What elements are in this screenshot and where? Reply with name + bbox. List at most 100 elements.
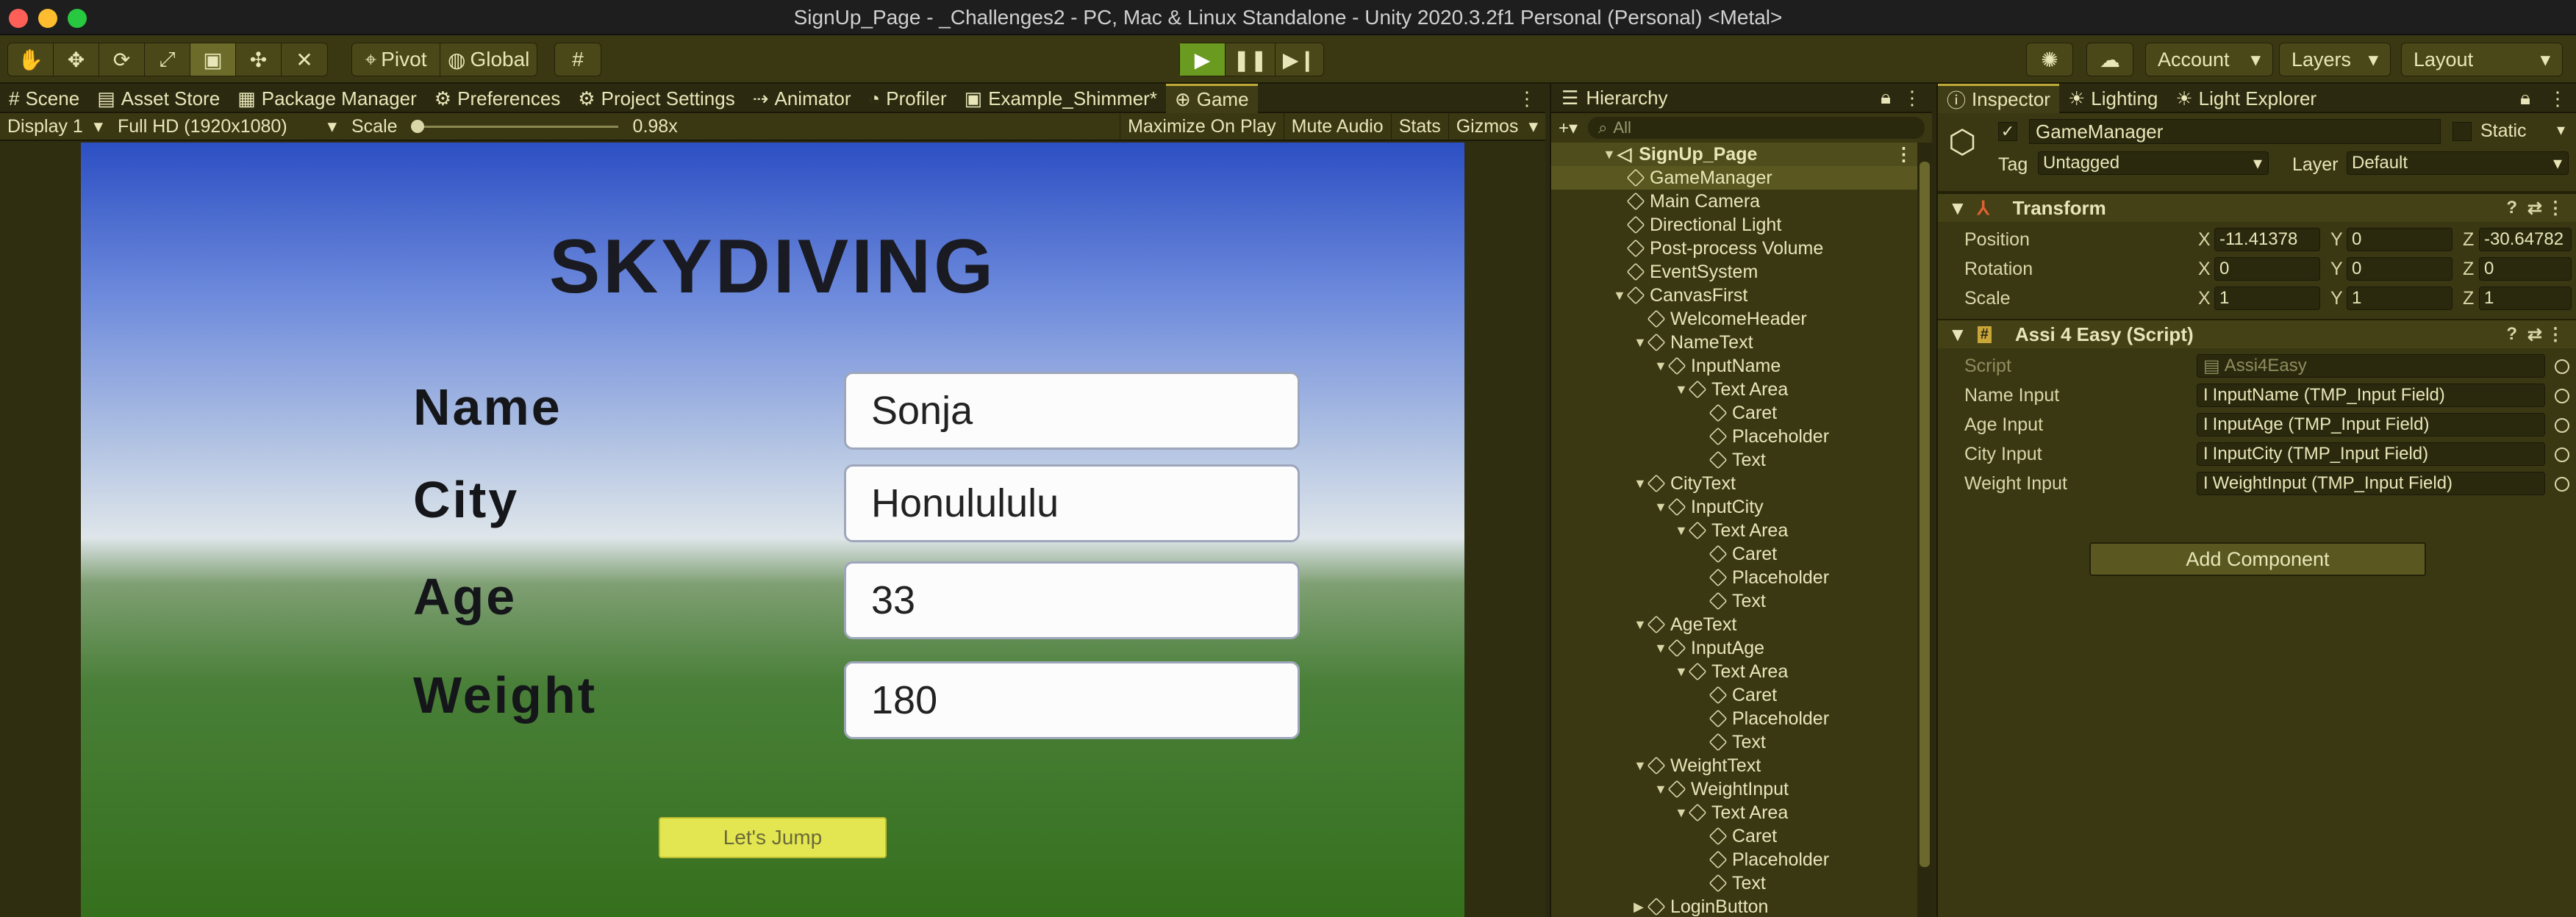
add-component-button[interactable]: Add Component [2089, 542, 2426, 576]
scrollbar-thumb[interactable] [1920, 162, 1930, 867]
chevron-down-icon[interactable]: ▼ [1948, 197, 1967, 220]
hierarchy-item[interactable]: Text [1551, 448, 1919, 472]
hierarchy-item[interactable]: GameManager [1551, 166, 1919, 190]
hierarchy-item[interactable]: Text [1551, 589, 1919, 613]
chevron-down-icon[interactable]: ▼ [1654, 359, 1669, 374]
account-dropdown[interactable]: Account ▾ [2145, 43, 2273, 76]
hierarchy-item[interactable]: Caret [1551, 824, 1919, 848]
object-picker-icon[interactable] [2555, 389, 2569, 403]
kebab-menu-icon[interactable]: ⋮ [2547, 198, 2564, 219]
hierarchy-item[interactable]: ▼ CityText [1551, 472, 1919, 495]
chevron-down-icon[interactable]: ▼ [1634, 758, 1648, 774]
tab-asset-store[interactable]: ▤ Asset Store [88, 84, 229, 113]
help-icon[interactable]: ? [2506, 324, 2517, 345]
gizmos-dropdown[interactable]: Gizmos ▾ [1448, 112, 1545, 140]
slider-thumb[interactable] [410, 120, 424, 133]
resolution-dropdown[interactable]: Full HD (1920x1080) ▾ [110, 112, 344, 140]
chevron-down-icon[interactable]: ▼ [1603, 147, 1617, 162]
city-input[interactable]: Honulululu [844, 464, 1300, 542]
city-input-field[interactable]: I InputCity (TMP_Input Field) [2197, 442, 2569, 466]
lets-jump-button[interactable]: Let's Jump [659, 817, 887, 858]
object-picker-icon[interactable] [2555, 477, 2569, 492]
hand-tool-icon[interactable]: ✋ [8, 43, 54, 76]
hierarchy-item[interactable]: Caret [1551, 683, 1919, 707]
mute-audio-toggle[interactable]: Mute Audio [1283, 112, 1391, 140]
hierarchy-item[interactable]: EventSystem [1551, 260, 1919, 284]
tab-game[interactable]: ⊕ Game [1165, 84, 1258, 113]
chevron-down-icon[interactable]: ▼ [1675, 805, 1689, 821]
hierarchy-item[interactable]: ▶ LoginButton [1551, 895, 1919, 917]
layer-dropdown[interactable]: Default ▾ [2347, 151, 2569, 175]
hierarchy-item[interactable]: Placeholder [1551, 707, 1919, 730]
hierarchy-item[interactable]: ▼ NameText [1551, 331, 1919, 354]
hierarchy-item[interactable]: Caret [1551, 401, 1919, 425]
object-picker-icon[interactable] [2555, 418, 2569, 433]
hierarchy-item[interactable]: Placeholder [1551, 425, 1919, 448]
hierarchy-item[interactable]: Text [1551, 871, 1919, 895]
add-icon[interactable]: +▾ [1559, 118, 1578, 139]
preset-icon[interactable]: ⇄ [2527, 324, 2542, 345]
chevron-down-icon[interactable]: ▼ [1654, 500, 1669, 515]
lock-icon[interactable]: 🔒︎ [2511, 84, 2539, 113]
tab-inspector[interactable]: ⓘ Inspector [1938, 84, 2059, 113]
stats-toggle[interactable]: Stats [1390, 112, 1448, 140]
tab-preferences[interactable]: ⚙ Preferences [426, 84, 570, 113]
pause-button[interactable]: ❚❚ [1226, 43, 1276, 76]
cloud-icon[interactable]: ☁ [2087, 43, 2133, 76]
tab-lighting[interactable]: ☀ Lighting [2059, 84, 2167, 113]
play-button[interactable]: ▶ [1180, 43, 1226, 76]
help-icon[interactable]: ? [2506, 198, 2517, 218]
rotation-x-field[interactable]: 0 [2214, 257, 2320, 281]
hierarchy-item[interactable]: Text [1551, 730, 1919, 754]
chevron-down-icon[interactable]: ▼ [1948, 323, 1967, 346]
kebab-menu-icon[interactable]: ⋮ [2539, 84, 2576, 113]
scale-slider[interactable] [405, 112, 626, 140]
chevron-down-icon[interactable]: ▼ [1675, 664, 1689, 680]
chevron-right-icon[interactable]: ▶ [1634, 899, 1648, 915]
chevron-down-icon[interactable]: ▼ [1613, 288, 1628, 303]
layers-dropdown[interactable]: Layers ▾ [2279, 43, 2391, 76]
rotation-y-field[interactable]: 0 [2347, 257, 2452, 281]
chevron-down-icon[interactable]: ▼ [1634, 335, 1648, 350]
collab-icon[interactable]: ✺ [2027, 43, 2072, 76]
display-dropdown[interactable]: Display 1 ▾ [0, 112, 110, 140]
hierarchy-item[interactable]: ▼ Text Area [1551, 378, 1919, 401]
kebab-menu-icon[interactable]: ⋮ [1509, 84, 1545, 113]
script-component-header[interactable]: ▼ # Assi 4 Easy (Script) ? ⇄ ⋮ [1938, 319, 2576, 348]
position-x-field[interactable]: -11.41378 [2214, 228, 2320, 251]
chevron-down-icon[interactable]: ▼ [1634, 476, 1648, 492]
scale-z-field[interactable]: 1 [2479, 287, 2572, 310]
static-checkbox[interactable] [2452, 122, 2472, 141]
weight-input-field[interactable]: I WeightInput (TMP_Input Field) [2197, 472, 2569, 495]
kebab-menu-icon[interactable]: ⋮ [1903, 87, 1922, 109]
name-input-field[interactable]: I InputName (TMP_Input Field) [2197, 384, 2569, 407]
active-checkbox[interactable]: ✓ [1998, 122, 2017, 141]
tab-project-settings[interactable]: ⚙ Project Settings [569, 84, 743, 113]
scale-tool-icon[interactable]: ⤢ [145, 43, 190, 76]
hierarchy-item[interactable]: WelcomeHeader [1551, 307, 1919, 331]
age-input[interactable]: 33 [844, 561, 1300, 639]
hierarchy-item[interactable]: ▼ WeightInput [1551, 777, 1919, 801]
weight-input[interactable]: 180 [844, 661, 1300, 739]
transform-component-header[interactable]: ▼ ⅄ Transform ? ⇄ ⋮ [1938, 193, 2576, 222]
hierarchy-item[interactable]: Post-process Volume [1551, 237, 1919, 260]
position-z-field[interactable]: -30.64782 [2479, 228, 2572, 251]
rect-tool-icon[interactable]: ▣ [190, 43, 236, 76]
kebab-menu-icon[interactable]: ⋮ [2547, 324, 2564, 345]
hierarchy-item[interactable]: ▼ Text Area [1551, 519, 1919, 542]
layout-dropdown[interactable]: Layout ▾ [2401, 43, 2563, 76]
rotate-tool-icon[interactable]: ⟳ [99, 43, 145, 76]
scale-y-field[interactable]: 1 [2347, 287, 2452, 310]
game-viewport[interactable]: SKYDIVING Name Sonja City Honulululu Age… [81, 143, 1464, 917]
hierarchy-item[interactable]: Caret [1551, 542, 1919, 566]
hierarchy-item[interactable]: ▼ WeightText [1551, 754, 1919, 777]
chevron-down-icon[interactable]: ▼ [1654, 641, 1669, 656]
position-y-field[interactable]: 0 [2347, 228, 2452, 251]
scale-x-field[interactable]: 1 [2214, 287, 2320, 310]
step-button[interactable]: ▶❙ [1276, 43, 1323, 76]
hierarchy-item[interactable]: Placeholder [1551, 848, 1919, 871]
hierarchy-item[interactable]: Main Camera [1551, 190, 1919, 213]
tab-profiler[interactable]: ◔ Profiler [860, 84, 956, 113]
hierarchy-item[interactable]: ▼ Text Area [1551, 660, 1919, 683]
tab-animator[interactable]: ⇢ Animator [744, 84, 860, 113]
